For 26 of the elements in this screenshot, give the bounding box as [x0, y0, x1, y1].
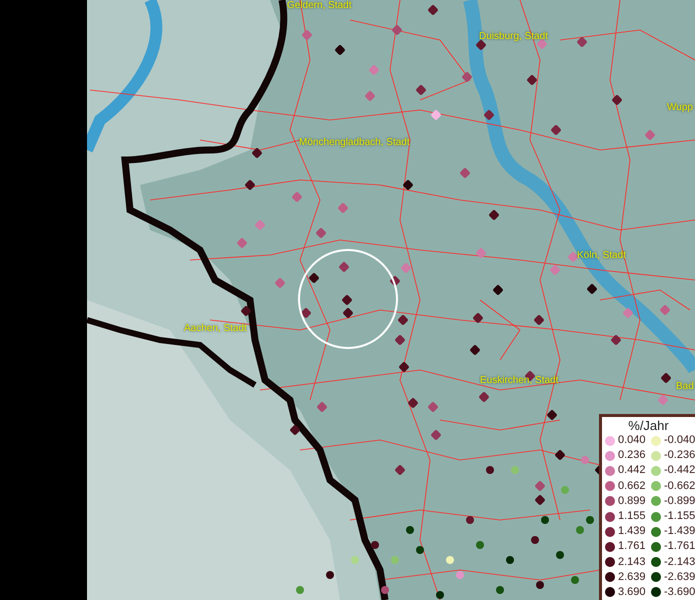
legend-value: -0.662	[664, 480, 695, 493]
legend-value: 0.442	[618, 464, 646, 478]
legend-value: -1.761	[664, 540, 695, 554]
legend-value: 2.639	[618, 570, 646, 584]
legend-value: -0.236	[664, 449, 695, 462]
legend-value: 1.155	[618, 510, 646, 524]
legend-title: %/Jahr	[628, 418, 669, 433]
place-label: Aachen, Stadt	[184, 323, 247, 335]
legend-value: 2.143	[618, 556, 646, 569]
place-label: Bad	[676, 381, 694, 393]
legend-value: 0.236	[618, 449, 646, 462]
legend-value: 3.690	[618, 586, 646, 599]
legend-value: -2.143	[664, 556, 695, 569]
legend-value: 1.761	[618, 540, 646, 554]
legend-value: -1.439	[664, 525, 695, 538]
legend-value: -1.155	[664, 510, 695, 524]
legend-value: 0.662	[618, 480, 646, 493]
place-label: Wupp	[667, 102, 693, 114]
legend-value: -0.442	[664, 464, 695, 478]
legend-value: 0.040	[618, 434, 646, 448]
legend-value: -3.690	[664, 586, 695, 599]
legend-value: -0.899	[664, 494, 695, 508]
legend-value: -0.040	[664, 434, 695, 448]
legend-value: 0.899	[618, 494, 646, 508]
legend-value: 1.439	[618, 525, 646, 538]
legend-value: -2.639	[664, 570, 695, 584]
